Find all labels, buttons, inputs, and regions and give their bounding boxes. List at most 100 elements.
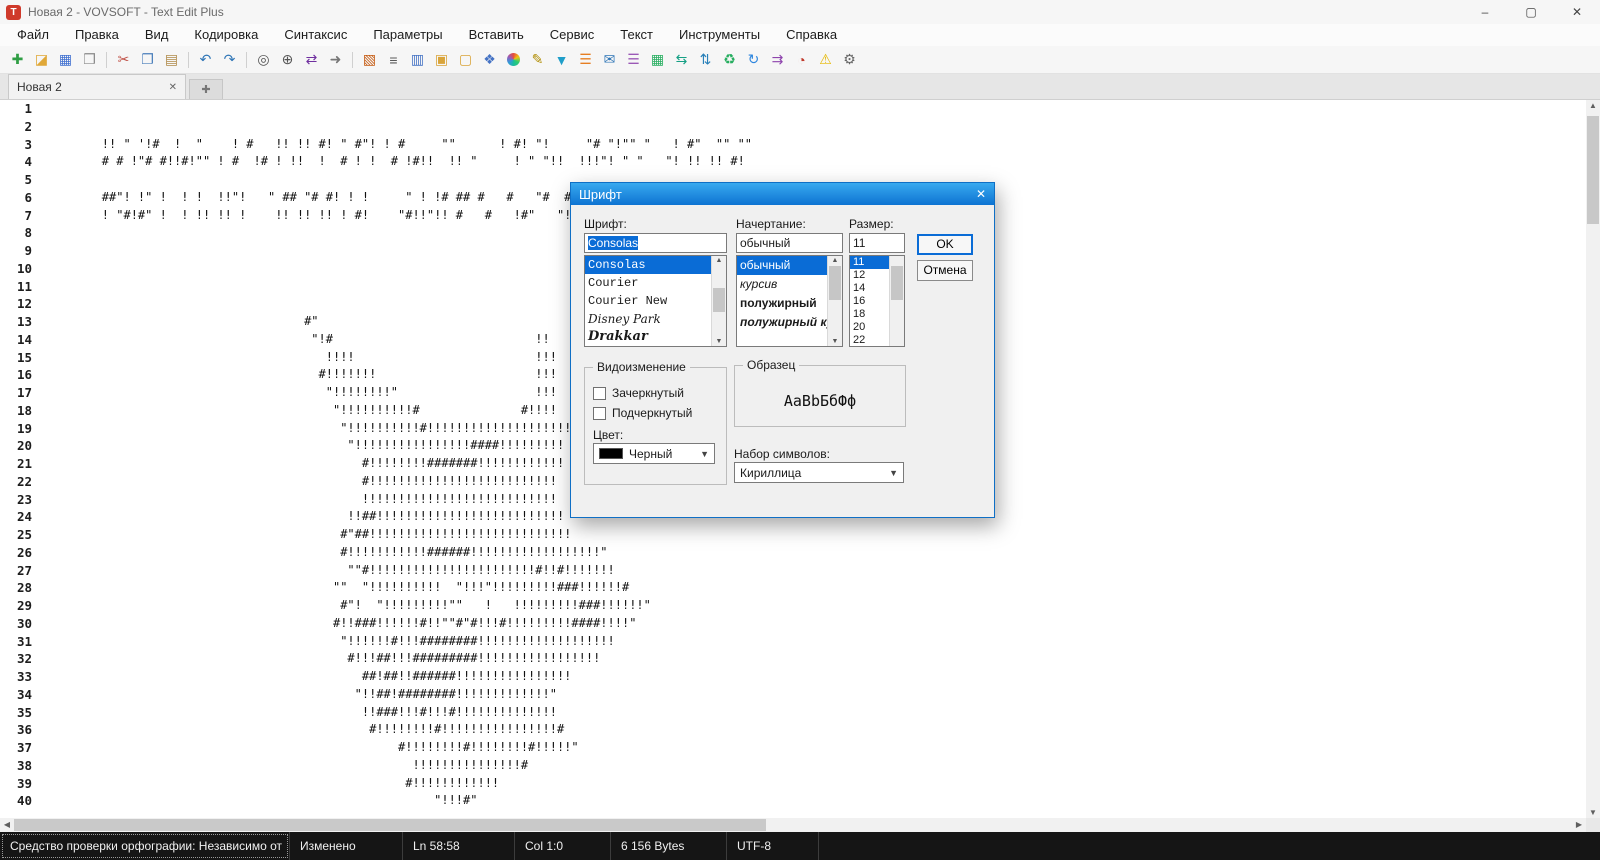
- arrows-vertical-icon[interactable]: ⇅: [694, 48, 717, 71]
- charset-dropdown[interactable]: Кириллица ▼: [734, 462, 904, 483]
- size-option[interactable]: 20: [850, 321, 889, 334]
- color-wheel-icon[interactable]: [502, 48, 525, 71]
- font-name-input[interactable]: Consolas: [584, 233, 727, 253]
- pen-icon[interactable]: ✎: [526, 48, 549, 71]
- copy-icon[interactable]: ❐: [136, 48, 159, 71]
- font-option[interactable]: Consolas: [585, 256, 711, 274]
- translate-icon[interactable]: ⇉: [766, 48, 789, 71]
- size-option[interactable]: 12: [850, 269, 889, 282]
- font-option[interactable]: Disney Park: [585, 310, 711, 328]
- line-number: 40: [16, 793, 32, 809]
- minimize-button[interactable]: –: [1462, 0, 1508, 24]
- redo-icon[interactable]: ↷: [218, 48, 241, 71]
- menu-tools[interactable]: Инструменты: [666, 24, 773, 46]
- horizontal-scrollbar-thumb[interactable]: [14, 819, 766, 831]
- scroll-left-arrow-icon[interactable]: ◀: [0, 818, 14, 832]
- print-icon[interactable]: ❒: [78, 48, 101, 71]
- dialog-title-bar[interactable]: Шрифт ✕: [571, 183, 994, 205]
- menu-edit[interactable]: Правка: [62, 24, 132, 46]
- chart-icon[interactable]: ▥: [406, 48, 429, 71]
- find-replace-icon[interactable]: ⇄: [300, 48, 323, 71]
- scroll-down-arrow-icon[interactable]: ▼: [1586, 808, 1600, 817]
- size-list[interactable]: 11 12 14 16 18 20 22: [849, 255, 905, 347]
- font-list-scroll-thumb[interactable]: [713, 288, 725, 312]
- undo-icon[interactable]: ↶: [194, 48, 217, 71]
- filter-icon[interactable]: ▼: [550, 48, 573, 71]
- style-list-scroll-thumb[interactable]: [829, 266, 841, 300]
- cancel-button[interactable]: Отмена: [917, 260, 973, 281]
- cut-icon[interactable]: ✂: [112, 48, 135, 71]
- scroll-up-arrow-icon[interactable]: ▲: [828, 257, 842, 264]
- arrows-horizontal-icon[interactable]: ⇆: [670, 48, 693, 71]
- scroll-up-arrow-icon[interactable]: ▲: [712, 257, 726, 264]
- size-option[interactable]: 11: [850, 256, 889, 269]
- ok-button[interactable]: OK: [917, 234, 973, 255]
- maximize-button[interactable]: ▢: [1508, 0, 1554, 24]
- mail-icon[interactable]: ✉: [598, 48, 621, 71]
- scroll-down-arrow-icon[interactable]: ▼: [828, 338, 842, 345]
- strikeout-checkbox[interactable]: [593, 386, 606, 400]
- paste-icon[interactable]: ▤: [160, 48, 183, 71]
- size-option[interactable]: 22: [850, 334, 889, 346]
- menu-parameters[interactable]: Параметры: [360, 24, 455, 46]
- schedule-icon[interactable]: ◔: [790, 48, 813, 71]
- image-icon[interactable]: ▧: [358, 48, 381, 71]
- scroll-down-arrow-icon[interactable]: ▼: [712, 338, 726, 345]
- search-icon[interactable]: ◎: [252, 48, 275, 71]
- warning-icon[interactable]: ⚠: [814, 48, 837, 71]
- window-icon[interactable]: ❖: [478, 48, 501, 71]
- style-list[interactable]: обычныйкурсивполужирныйполужирный курсив…: [736, 255, 843, 347]
- size-list-scrollbar[interactable]: [889, 256, 904, 346]
- refresh-icon[interactable]: ↻: [742, 48, 765, 71]
- menu-service[interactable]: Сервис: [537, 24, 608, 46]
- close-button[interactable]: ✕: [1554, 0, 1600, 24]
- menu-text[interactable]: Текст: [607, 24, 666, 46]
- goto-icon[interactable]: ➜: [324, 48, 347, 71]
- scroll-right-arrow-icon[interactable]: ▶: [1572, 818, 1586, 832]
- tab-novaya-2[interactable]: Новая 2 ✕: [8, 74, 186, 99]
- dialog-close-icon[interactable]: ✕: [976, 187, 986, 201]
- menu-view[interactable]: Вид: [132, 24, 182, 46]
- vertical-scrollbar-thumb[interactable]: [1587, 116, 1599, 224]
- color-dropdown[interactable]: Черный ▼: [593, 443, 715, 464]
- font-list-scrollbar[interactable]: ▲ ▼: [711, 256, 726, 346]
- underline-checkbox[interactable]: [593, 406, 606, 420]
- vertical-scrollbar[interactable]: ▲ ▼: [1586, 100, 1600, 818]
- open-folder-icon[interactable]: ◪: [30, 48, 53, 71]
- menu-syntax[interactable]: Синтаксис: [271, 24, 360, 46]
- lock-icon[interactable]: ▣: [430, 48, 453, 71]
- font-list[interactable]: Consolas Courier Courier New Disney Park Dra…: [584, 255, 727, 347]
- menu-help[interactable]: Справка: [773, 24, 850, 46]
- scroll-up-arrow-icon[interactable]: ▲: [1586, 101, 1600, 110]
- zoom-icon[interactable]: ⊕: [276, 48, 299, 71]
- sort-icon[interactable]: ☰: [574, 48, 597, 71]
- font-option[interactable]: Courier New: [585, 292, 711, 310]
- unlock-icon[interactable]: ▢: [454, 48, 477, 71]
- size-option[interactable]: 16: [850, 295, 889, 308]
- menu-encoding[interactable]: Кодировка: [181, 24, 271, 46]
- size-option[interactable]: 14: [850, 282, 889, 295]
- size-list-scroll-thumb[interactable]: [891, 266, 903, 300]
- tab-close-icon[interactable]: ✕: [169, 82, 177, 93]
- menu-insert[interactable]: Вставить: [456, 24, 537, 46]
- style-list-scrollbar[interactable]: ▲ ▼: [827, 256, 842, 346]
- style-option[interactable]: полужирный курсив: [737, 313, 827, 332]
- save-icon[interactable]: ▦: [54, 48, 77, 71]
- horizontal-scrollbar[interactable]: ◀ ▶: [0, 818, 1586, 832]
- menu-file[interactable]: Файл: [4, 24, 62, 46]
- recycle-bin-icon[interactable]: ♻: [718, 48, 741, 71]
- font-option[interactable]: Courier: [585, 274, 711, 292]
- size-option[interactable]: 18: [850, 308, 889, 321]
- calculator-icon[interactable]: ≡: [382, 48, 405, 71]
- font-style-input[interactable]: обычный: [736, 233, 843, 253]
- list-icon[interactable]: ☰: [622, 48, 645, 71]
- font-option[interactable]: Drakkar: [585, 328, 711, 346]
- new-file-icon[interactable]: ✚: [6, 48, 29, 71]
- new-tab-button[interactable]: ✚: [189, 79, 223, 99]
- style-option[interactable]: курсив: [737, 275, 827, 294]
- table-icon[interactable]: ▦: [646, 48, 669, 71]
- settings-icon[interactable]: ⚙: [838, 48, 861, 71]
- font-size-input[interactable]: 11: [849, 233, 905, 253]
- style-option[interactable]: полужирный: [737, 294, 827, 313]
- style-option[interactable]: обычный: [737, 256, 827, 275]
